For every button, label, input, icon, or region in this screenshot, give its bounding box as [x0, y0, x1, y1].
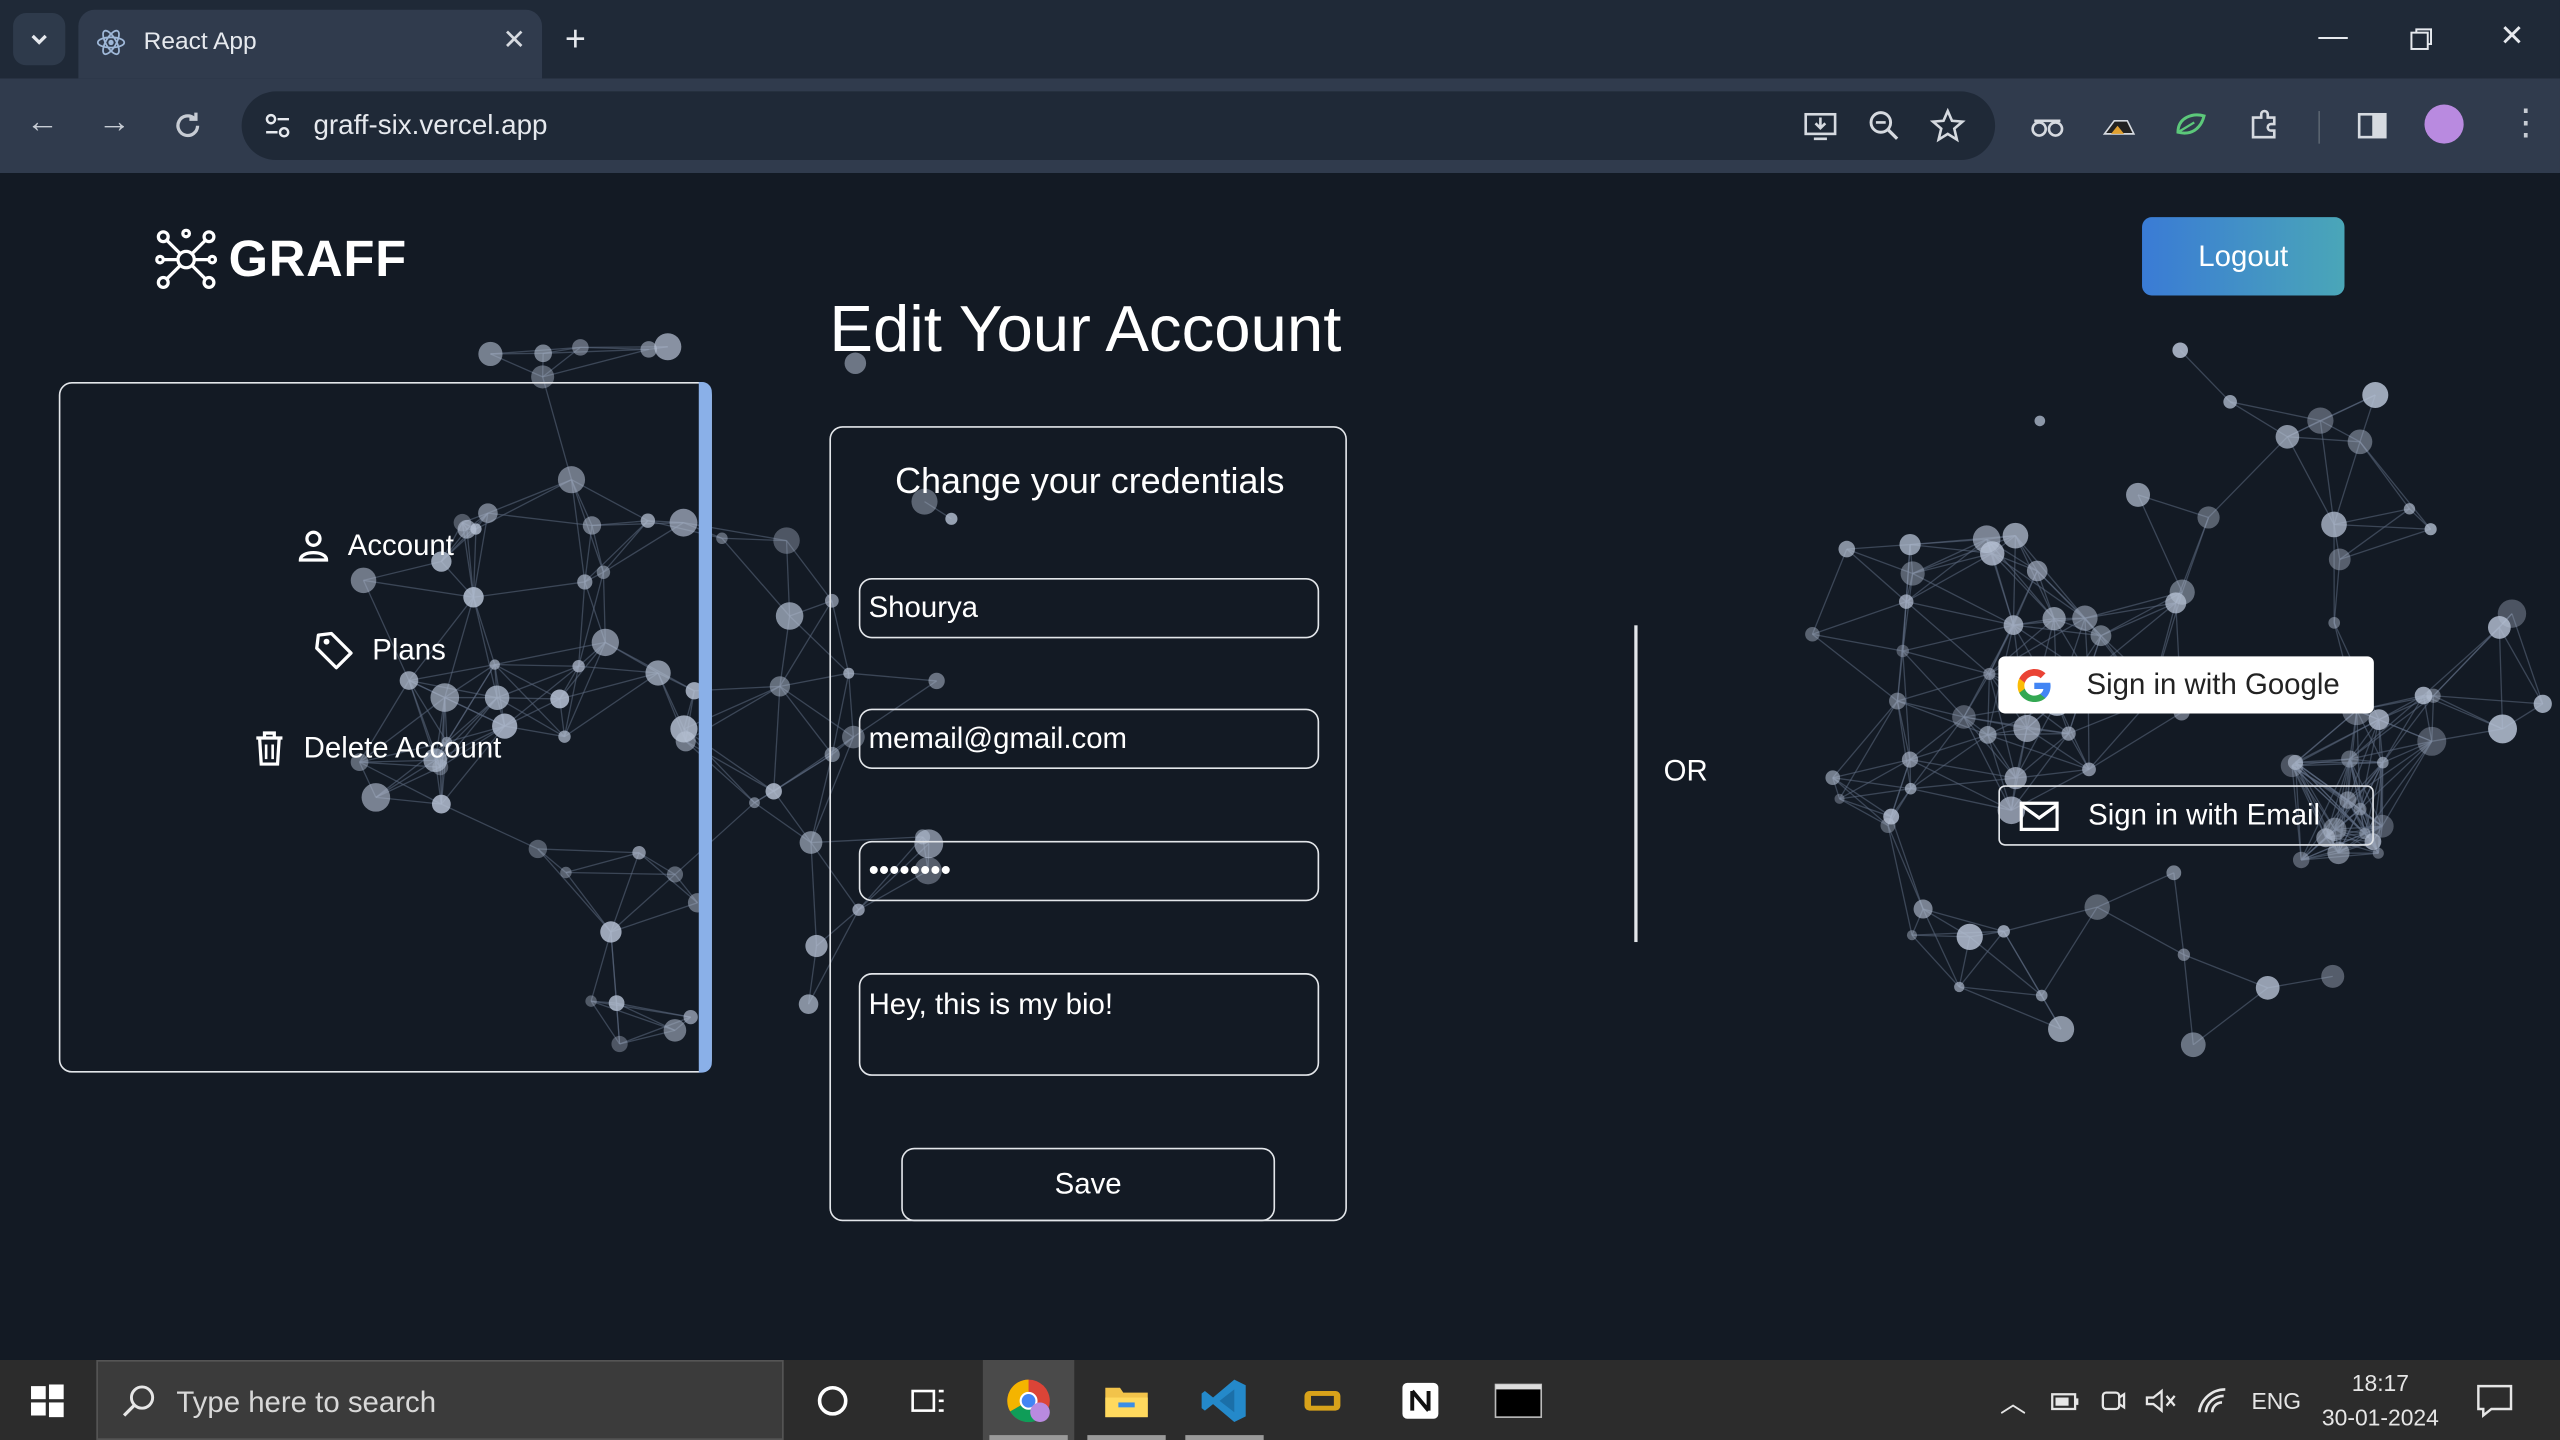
- url-text: graff-six.vercel.app: [313, 109, 548, 141]
- google-icon: [2017, 668, 2051, 702]
- tray-expand-icon[interactable]: ︿: [2000, 1380, 2026, 1419]
- windows-icon: [31, 1383, 64, 1417]
- mail-icon: [2019, 800, 2059, 831]
- logout-button[interactable]: Logout: [2142, 217, 2345, 296]
- back-icon[interactable]: ←: [26, 104, 59, 142]
- profile-avatar[interactable]: [2424, 104, 2464, 144]
- or-divider-line: [1634, 625, 1638, 943]
- browser-tab[interactable]: React App ✕: [78, 9, 543, 79]
- zoom-icon[interactable]: [1866, 108, 1902, 144]
- task-view-button[interactable]: [882, 1360, 973, 1440]
- taskbar-file-explorer[interactable]: [1081, 1360, 1172, 1440]
- menu-dots-icon[interactable]: ⋮: [2508, 101, 2544, 143]
- close-window-icon[interactable]: ✕: [2500, 20, 2525, 54]
- battery-icon[interactable]: [2049, 1387, 2082, 1413]
- active-indicator: [989, 1435, 1068, 1440]
- cortana-circle-icon: [817, 1385, 848, 1415]
- language-indicator[interactable]: ENG: [2251, 1387, 2301, 1413]
- sidebar-panel: [58, 382, 712, 1073]
- page-title: Edit Your Account: [829, 293, 1342, 366]
- molecule-logo-icon: [155, 228, 218, 289]
- email-field[interactable]: [858, 708, 1320, 769]
- sidebar-item-label: Plans: [372, 632, 446, 666]
- keyboard-app-icon: [1304, 1390, 1341, 1410]
- sidebar-accent-bar: [698, 382, 712, 1073]
- close-tab-icon[interactable]: ✕: [502, 24, 525, 57]
- sidebar-item-plans[interactable]: Plans: [313, 629, 446, 671]
- browser-tab-strip: React App ✕ + — ✕: [0, 0, 2560, 79]
- credentials-form: Change your credentials Hey, this is my …: [829, 426, 1347, 1222]
- email-button-label: Sign in with Email: [2088, 798, 2321, 832]
- extension-hat-icon[interactable]: [2101, 108, 2137, 144]
- password-field[interactable]: [858, 840, 1320, 902]
- taskbar-notion[interactable]: [1375, 1360, 1466, 1440]
- minimize-icon[interactable]: —: [2318, 20, 2347, 54]
- sidebar-item-label: Account: [347, 528, 454, 561]
- taskbar-chrome[interactable]: [982, 1359, 1075, 1440]
- toolbar-separator: [2318, 111, 2320, 144]
- new-tab-button[interactable]: +: [565, 19, 586, 59]
- taskbar-terminal[interactable]: [1473, 1360, 1564, 1440]
- system-tray: ︿ ENG: [2000, 1360, 2301, 1440]
- taskbar-search-box[interactable]: Type here to search: [96, 1359, 784, 1440]
- notion-icon: [1402, 1382, 1439, 1418]
- restore-icon[interactable]: [2410, 28, 2433, 51]
- active-indicator: [1087, 1435, 1166, 1440]
- task-view-icon: [911, 1388, 944, 1412]
- vscode-icon: [1201, 1378, 1246, 1422]
- active-indicator: [1185, 1435, 1264, 1440]
- clock-date: 30-01-2024: [2321, 1404, 2439, 1431]
- bio-field[interactable]: Hey, this is my bio!: [858, 973, 1320, 1076]
- tab-search-button[interactable]: [13, 13, 66, 66]
- wifi-icon[interactable]: [2196, 1385, 2229, 1414]
- browser-toolbar: ← → graff-six.vercel.app ⋮: [0, 78, 2560, 174]
- forward-icon[interactable]: →: [98, 104, 131, 142]
- meet-now-icon[interactable]: [2098, 1385, 2127, 1414]
- install-app-icon[interactable]: [1802, 108, 1838, 144]
- bookmark-star-icon[interactable]: [1929, 107, 1966, 144]
- address-bar[interactable]: graff-six.vercel.app: [241, 91, 1996, 160]
- folder-icon: [1105, 1386, 1148, 1417]
- clock-time: 18:17: [2351, 1369, 2410, 1396]
- page-content: GRAFF Logout Edit Your Account Account P…: [0, 173, 2560, 1360]
- extensions-puzzle-icon[interactable]: [2247, 108, 2283, 144]
- taskbar: Type here to search ︿ ENG 18:17 30-01-20…: [0, 1359, 2560, 1440]
- sign-in-google-button[interactable]: Sign in with Google: [1998, 656, 2374, 714]
- clock[interactable]: 18:17 30-01-2024: [2302, 1367, 2459, 1436]
- name-field[interactable]: [858, 577, 1320, 639]
- start-button[interactable]: [0, 1360, 95, 1440]
- chevron-down-icon: [31, 34, 47, 45]
- logo-text: GRAFF: [228, 230, 407, 288]
- or-label: OR: [1663, 754, 1708, 787]
- sidebar-item-delete-account[interactable]: Delete Account: [251, 730, 501, 766]
- notifications-icon[interactable]: [2475, 1383, 2514, 1419]
- site-settings-icon[interactable]: [261, 109, 294, 142]
- cortana-button[interactable]: [787, 1360, 878, 1440]
- trash-icon: [256, 731, 283, 766]
- search-icon: [122, 1385, 155, 1417]
- taskbar-search-placeholder: Type here to search: [176, 1386, 437, 1419]
- tab-title: React App: [143, 27, 257, 56]
- logo[interactable]: GRAFF: [155, 228, 407, 291]
- terminal-icon: [1494, 1382, 1543, 1418]
- side-panel-icon[interactable]: [2354, 108, 2390, 144]
- google-button-label: Sign in with Google: [2086, 667, 2340, 701]
- user-icon: [298, 530, 329, 562]
- chrome-icon: [1007, 1378, 1050, 1422]
- taskbar-vscode[interactable]: [1179, 1360, 1270, 1440]
- taskbar-app-yellow[interactable]: [1277, 1360, 1368, 1440]
- extension-leaf-icon[interactable]: [2173, 108, 2209, 144]
- tag-icon: [315, 631, 353, 670]
- sidebar-item-account[interactable]: Account: [296, 527, 454, 563]
- reload-icon[interactable]: [171, 109, 204, 142]
- volume-muted-icon[interactable]: [2144, 1385, 2177, 1414]
- save-button[interactable]: Save: [901, 1147, 1276, 1222]
- sidebar-item-label: Delete Account: [303, 730, 502, 764]
- sign-in-email-button[interactable]: Sign in with Email: [1998, 785, 2374, 846]
- form-title: Change your credentials: [895, 460, 1285, 502]
- react-icon: [96, 29, 126, 56]
- extension-spy-icon[interactable]: [2029, 108, 2065, 144]
